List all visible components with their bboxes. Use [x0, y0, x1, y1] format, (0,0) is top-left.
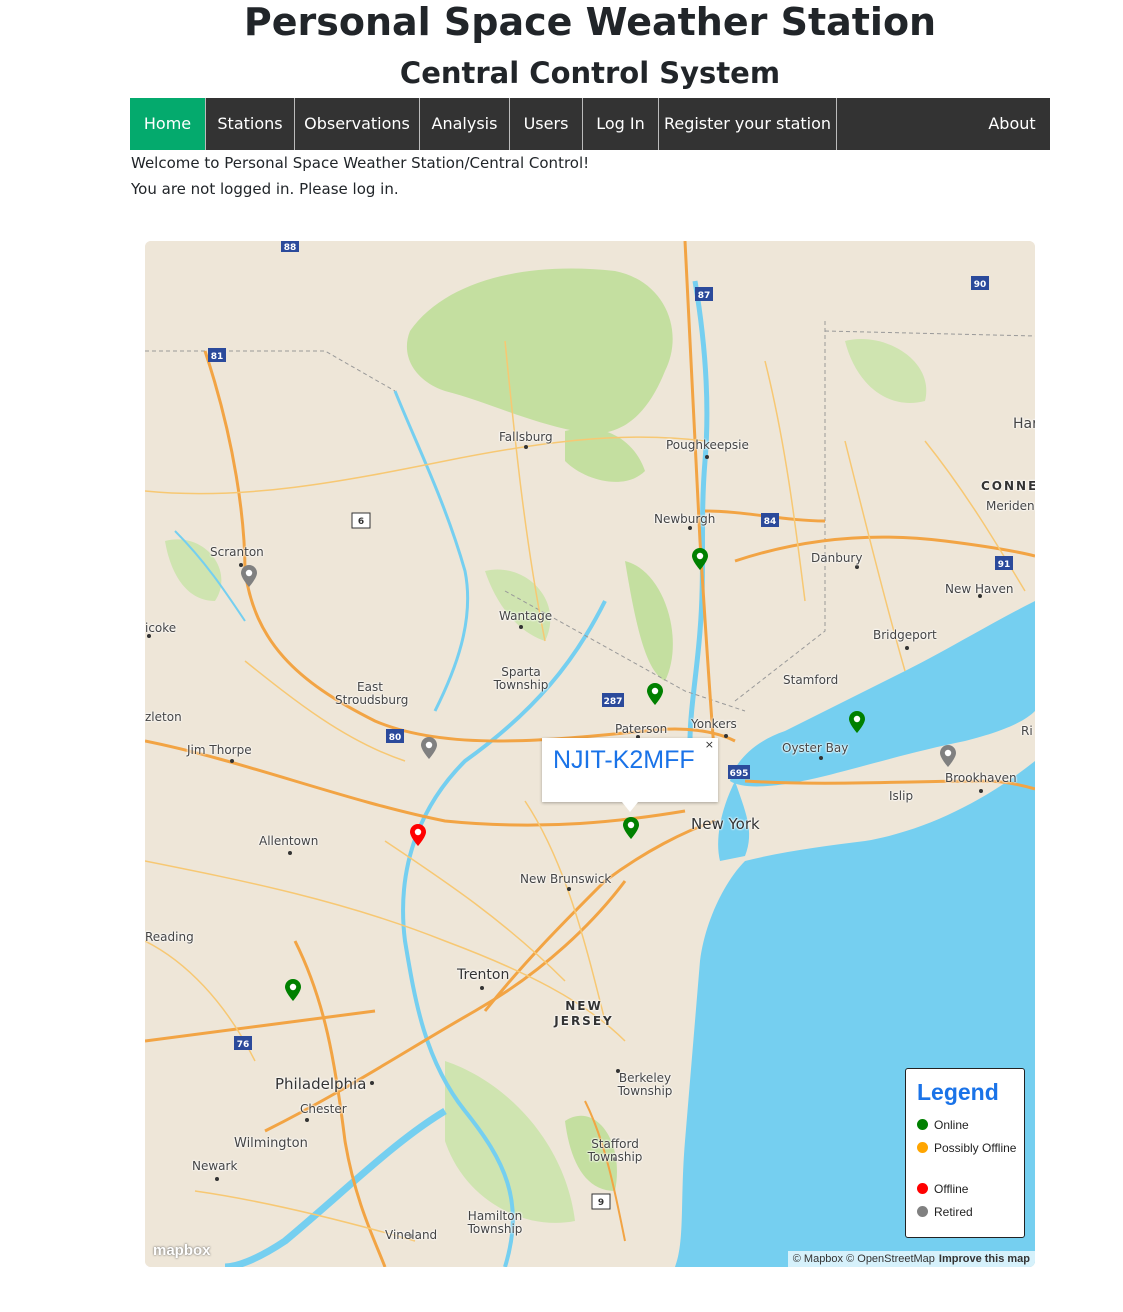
page-title: Personal Space Weather Station [243, 0, 937, 44]
place-label: Wilmington [234, 1136, 308, 1151]
legend-item-offline: Offline [917, 1180, 1017, 1198]
station-map[interactable]: 88 87 90 81 6 84 91 287 80 695 76 9 Fall… [145, 241, 1035, 1267]
place-label: icoke [145, 621, 177, 635]
station-marker-online[interactable] [623, 817, 639, 839]
nav-register-station[interactable]: Register your station [659, 98, 837, 150]
svg-text:90: 90 [974, 280, 987, 290]
place-label: Scranton [210, 545, 264, 559]
place-label: Newburgh [654, 512, 716, 526]
welcome-message: Welcome to Personal Space Weather Statio… [131, 154, 590, 172]
place-label: Oyster Bay [782, 741, 849, 755]
station-marker-retired[interactable] [940, 745, 956, 767]
place-label: Ri [1021, 724, 1033, 738]
nav-about[interactable]: About [974, 98, 1050, 150]
station-marker-online[interactable] [849, 711, 865, 733]
improve-map-link[interactable]: Improve this map [939, 1253, 1030, 1265]
popup-tip [622, 802, 638, 812]
map-legend: Legend Online Possibly Offline Offline R… [905, 1068, 1025, 1238]
legend-dot-icon [917, 1142, 928, 1153]
place-label: New Brunswick [520, 872, 612, 886]
place-label: Islip [889, 789, 914, 803]
svg-text:84: 84 [764, 517, 777, 527]
nav-analysis[interactable]: Analysis [420, 98, 510, 150]
place-label: Sparta Township [493, 665, 549, 692]
svg-text:88: 88 [284, 243, 297, 253]
station-marker-offline[interactable] [410, 824, 426, 846]
place-label: Allentown [259, 834, 319, 848]
place-label: Newark [192, 1159, 238, 1173]
mapbox-logo[interactable]: mapbox [153, 1242, 211, 1259]
popup-close-button[interactable]: × [705, 738, 714, 751]
place-label: Danbury [811, 551, 863, 565]
page-subtitle: Central Control System [399, 56, 781, 90]
main-navbar: Home Stations Observations Analysis User… [130, 98, 1050, 150]
popup-station-name: NJIT-K2MFF [553, 746, 695, 774]
nav-home[interactable]: Home [130, 98, 206, 150]
place-label: East Stroudsburg [335, 680, 409, 707]
station-marker-online[interactable] [285, 979, 301, 1001]
legend-dot-icon [917, 1206, 928, 1217]
place-label: Brookhaven [945, 771, 1017, 785]
station-marker-online[interactable] [647, 683, 663, 705]
state-label: NEW JERSEY [554, 999, 614, 1028]
place-label: New Haven [945, 582, 1014, 596]
place-label: Stamford [783, 673, 839, 687]
svg-text:9: 9 [598, 1198, 604, 1208]
svg-text:91: 91 [998, 560, 1011, 570]
place-label: Bridgeport [873, 628, 937, 642]
attribution-text[interactable]: © Mapbox © OpenStreetMap [793, 1253, 935, 1265]
login-notice: You are not logged in. Please log in. [131, 180, 399, 198]
nav-users[interactable]: Users [510, 98, 583, 150]
legend-dot-icon [917, 1119, 928, 1130]
legend-item-online: Online [917, 1116, 1017, 1134]
place-label: Vineland [385, 1228, 438, 1242]
legend-item-possibly-offline: Possibly Offline [917, 1139, 1017, 1157]
place-label: Trenton [457, 967, 510, 983]
place-label: Wantage [499, 609, 553, 623]
svg-text:81: 81 [211, 352, 224, 362]
legend-dot-icon [917, 1183, 928, 1194]
station-marker-retired[interactable] [421, 737, 437, 759]
place-label: Paterson [615, 722, 668, 736]
svg-text:76: 76 [237, 1040, 250, 1050]
nav-observations[interactable]: Observations [295, 98, 420, 150]
place-label: Chester [300, 1102, 347, 1116]
place-label: Poughkeepsie [666, 438, 749, 452]
place-label: Har [1013, 416, 1035, 432]
nav-stations[interactable]: Stations [206, 98, 295, 150]
svg-text:287: 287 [604, 697, 623, 707]
place-label: Hamilton Township [467, 1209, 523, 1236]
station-popup: NJIT-K2MFF × [542, 738, 718, 812]
nav-login[interactable]: Log In [583, 98, 659, 150]
place-label: Jim Thorpe [187, 743, 252, 757]
station-marker-retired[interactable] [241, 565, 257, 587]
place-label: Stafford Township [587, 1137, 643, 1164]
svg-text:80: 80 [389, 733, 402, 743]
place-label: zleton [145, 710, 182, 724]
svg-text:87: 87 [698, 291, 711, 301]
place-label: Berkeley Township [617, 1071, 673, 1098]
svg-text:695: 695 [730, 769, 749, 779]
legend-title: Legend [917, 1079, 999, 1105]
place-label: Reading [145, 930, 194, 944]
station-marker-online[interactable] [692, 548, 708, 570]
svg-text:6: 6 [358, 517, 364, 527]
place-label: New York [691, 815, 760, 833]
place-label: Meriden [986, 499, 1035, 513]
place-label: Philadelphia [275, 1075, 367, 1093]
place-label: Yonkers [691, 717, 737, 731]
legend-item-retired: Retired [917, 1203, 1017, 1221]
map-attribution: © Mapbox © OpenStreetMap Improve this map [787, 1251, 1035, 1267]
place-label: Fallsburg [499, 430, 553, 444]
state-label: CONNEC [981, 479, 1035, 493]
